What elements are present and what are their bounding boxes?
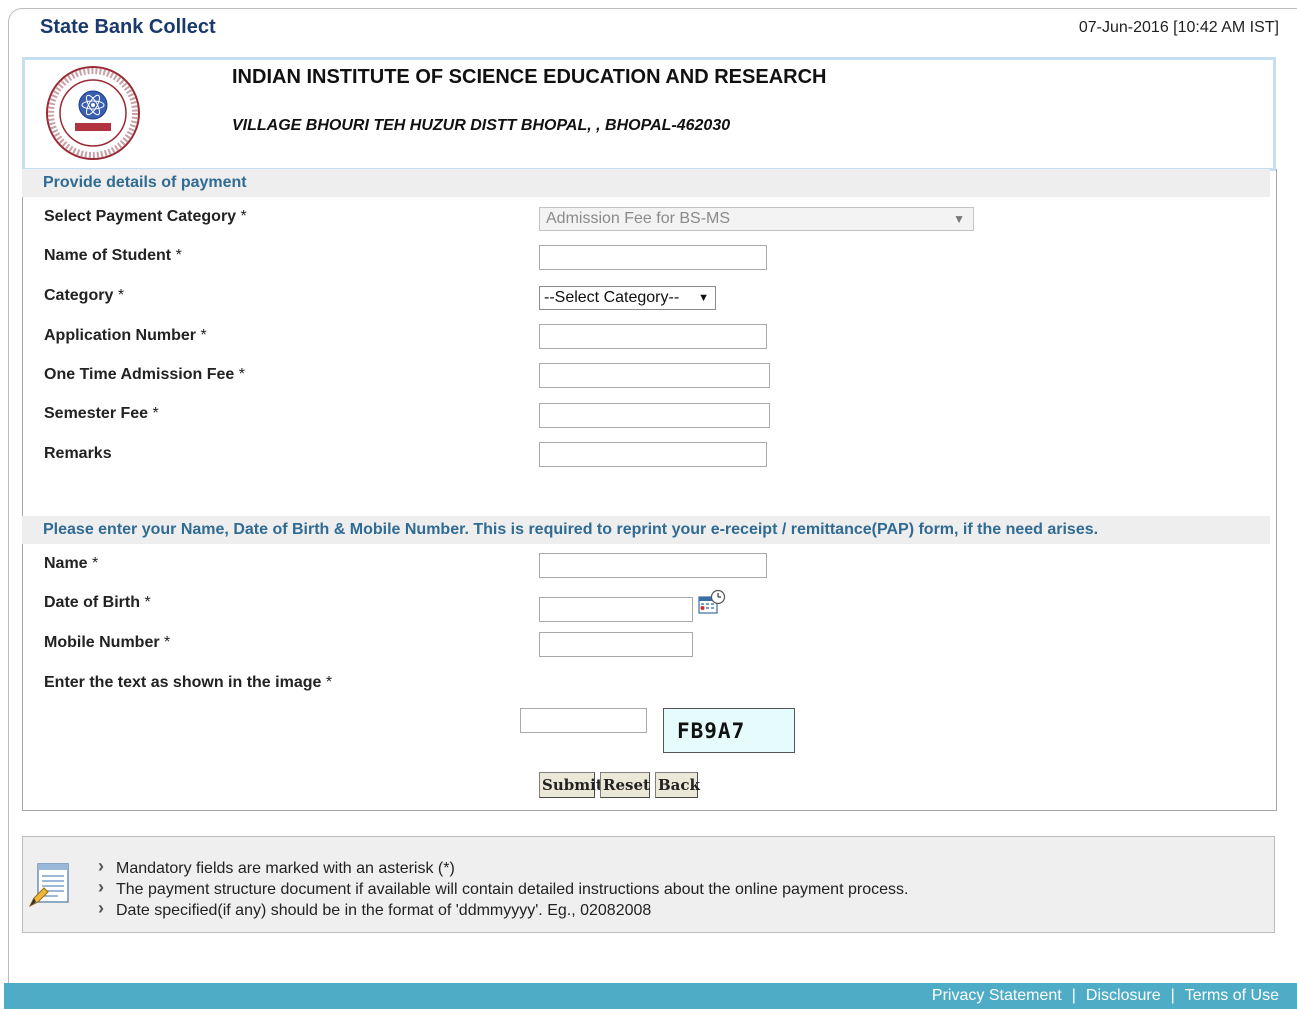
payment-category-value: Admission Fee for BS-MS <box>546 210 731 227</box>
name-input[interactable] <box>539 553 767 578</box>
payment-category-label: Select Payment Category * <box>44 208 247 225</box>
captcha-label: Enter the text as shown in the image * <box>44 674 333 691</box>
note-item: Date specified(if any) should be in the … <box>96 898 908 921</box>
institute-name: INDIAN INSTITUTE OF SCIENCE EDUCATION AN… <box>232 66 827 88</box>
remarks-label: Remarks <box>44 445 112 462</box>
footer-bar: Privacy Statement | Disclosure | Terms of Us… <box>4 983 1297 1009</box>
mobile-label: Mobile Number * <box>44 634 171 651</box>
dropdown-arrow-icon: ▼ <box>953 212 965 226</box>
captcha-image: FB9A7 <box>663 708 795 753</box>
notes-panel: Mandatory fields are marked with an aste… <box>22 836 1275 933</box>
notes-list: Mandatory fields are marked with an aste… <box>96 856 908 921</box>
payment-category-select[interactable]: Admission Fee for BS-MS ▼ <box>539 207 974 231</box>
remarks-input[interactable] <box>539 442 767 467</box>
institute-seal-icon <box>46 66 140 160</box>
category-label: Category * <box>44 287 125 304</box>
category-select[interactable]: --Select Category-- ▼ <box>539 286 716 310</box>
semester-fee-label: Semester Fee * <box>44 405 159 422</box>
dropdown-arrow-icon: ▼ <box>698 292 709 304</box>
current-datetime: 07-Jun-2016 [10:42 AM IST] <box>1078 19 1279 36</box>
reprint-section-title: Please enter your Name, Date of Birth & … <box>43 521 1099 538</box>
privacy-statement-link[interactable]: Privacy Statement <box>932 987 1062 1004</box>
student-name-label: Name of Student * <box>44 247 182 264</box>
footer-separator: | <box>1071 987 1076 1004</box>
dob-input[interactable] <box>539 597 693 622</box>
footer-separator: | <box>1170 987 1175 1004</box>
back-button[interactable]: Back <box>655 772 700 798</box>
reprint-section-header: Please enter your Name, Date of Birth & … <box>22 516 1270 544</box>
app-title: State Bank Collect <box>40 16 216 38</box>
payment-section-title: Provide details of payment <box>43 174 247 191</box>
application-number-input[interactable] <box>539 324 767 349</box>
one-time-fee-label: One Time Admission Fee * <box>44 366 245 383</box>
note-item: The payment structure document if availa… <box>96 877 908 900</box>
submit-button[interactable]: Submit <box>539 772 603 798</box>
payment-section-header: Provide details of payment <box>22 169 1270 197</box>
captcha-input[interactable] <box>520 708 647 733</box>
reset-button[interactable]: Reset <box>600 772 650 798</box>
institute-address: VILLAGE BHOURI TEH HUZUR DISTT BHOPAL, ,… <box>232 117 731 134</box>
student-name-input[interactable] <box>539 245 767 270</box>
semester-fee-input[interactable] <box>539 403 770 428</box>
institute-header: INDIAN INSTITUTE OF SCIENCE EDUCATION AN… <box>22 57 1276 171</box>
footer-links: Privacy Statement | Disclosure | Terms of Us… <box>932 987 1279 1005</box>
calendar-icon[interactable] <box>698 589 726 615</box>
note-item: Mandatory fields are marked with an aste… <box>96 856 908 879</box>
notepad-icon <box>28 863 69 908</box>
mobile-input[interactable] <box>539 632 693 657</box>
disclosure-link[interactable]: Disclosure <box>1086 987 1161 1004</box>
category-value: --Select Category-- <box>544 289 680 306</box>
dob-label: Date of Birth * <box>44 594 151 611</box>
name-label: Name * <box>44 555 99 572</box>
terms-of-use-link[interactable]: Terms of Use <box>1185 987 1279 1004</box>
application-number-label: Application Number * <box>44 327 207 344</box>
one-time-fee-input[interactable] <box>539 363 770 388</box>
